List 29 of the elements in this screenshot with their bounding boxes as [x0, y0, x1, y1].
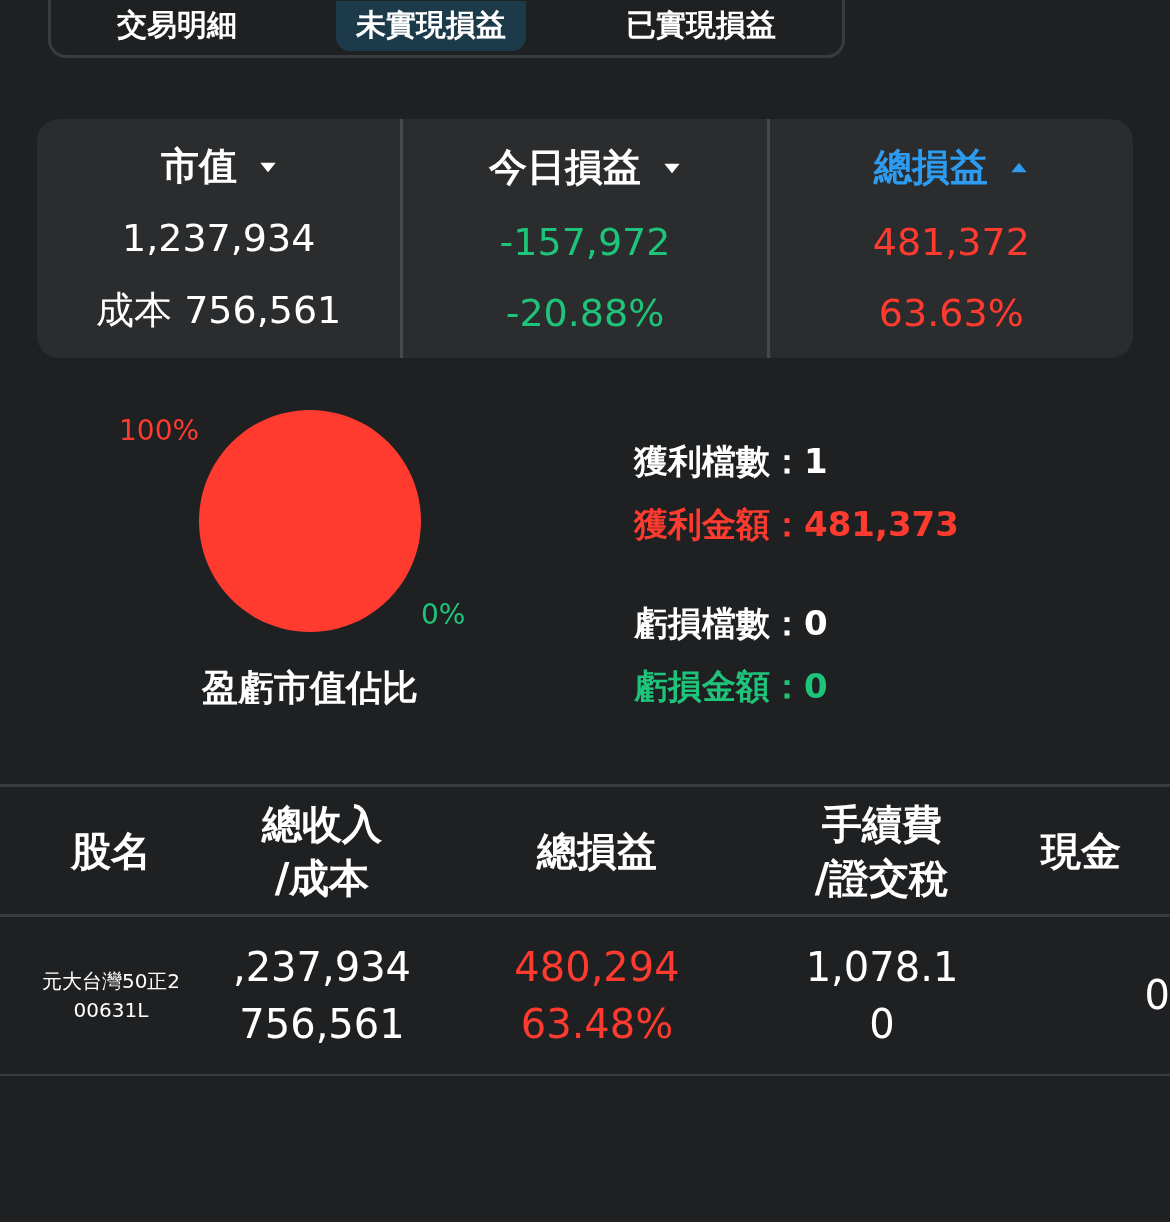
sort-header[interactable]: 市值: [160, 141, 277, 193]
summary-subvalue: 成本 756,561: [96, 286, 342, 334]
stat-line: 獲利檔數：1: [634, 440, 829, 483]
column-header[interactable]: 手續費 /證交稅: [772, 796, 992, 905]
pie-value-label: 100%: [119, 414, 200, 447]
stat-line: 虧損檔數：0: [634, 602, 829, 645]
table-cell-text: 1,078.1 0: [804, 942, 960, 1049]
stock-name-cell-text: 元大台灣50正2 00631L: [40, 967, 182, 1024]
stat-line: 虧損金額：0: [634, 665, 829, 708]
tab[interactable]: 已實現損益: [606, 0, 797, 51]
column-header[interactable]: 總損益: [422, 823, 772, 878]
column-header[interactable]: 股名: [0, 823, 222, 878]
tab[interactable]: 未實現損益: [336, 0, 527, 51]
sort-header[interactable]: 總損益: [874, 142, 1029, 194]
table-cell-text: ,237,934 756,561: [231, 942, 413, 1049]
summary-value: 1,237,934: [121, 216, 316, 261]
column-header[interactable]: 現金: [992, 823, 1170, 878]
chart-title: 盈虧市值佔比: [202, 666, 418, 710]
summary-subvalue: -20.88%: [505, 290, 665, 335]
column-header[interactable]: 總收入 /成本: [222, 796, 422, 905]
table-cell-text: 480,294 63.48%: [513, 942, 681, 1049]
tab[interactable]: 交易明細: [96, 0, 257, 51]
summary-subvalue: 63.63%: [878, 290, 1024, 335]
summary-value: 481,372: [872, 220, 1030, 264]
pie-value-label: 0%: [421, 598, 466, 631]
sort-header[interactable]: 今日損益: [489, 142, 681, 194]
table-cell-text: 0: [1143, 971, 1170, 1020]
stat-line: 獲利金額：481,373: [634, 503, 959, 546]
summary-value: -157,972: [499, 220, 671, 264]
